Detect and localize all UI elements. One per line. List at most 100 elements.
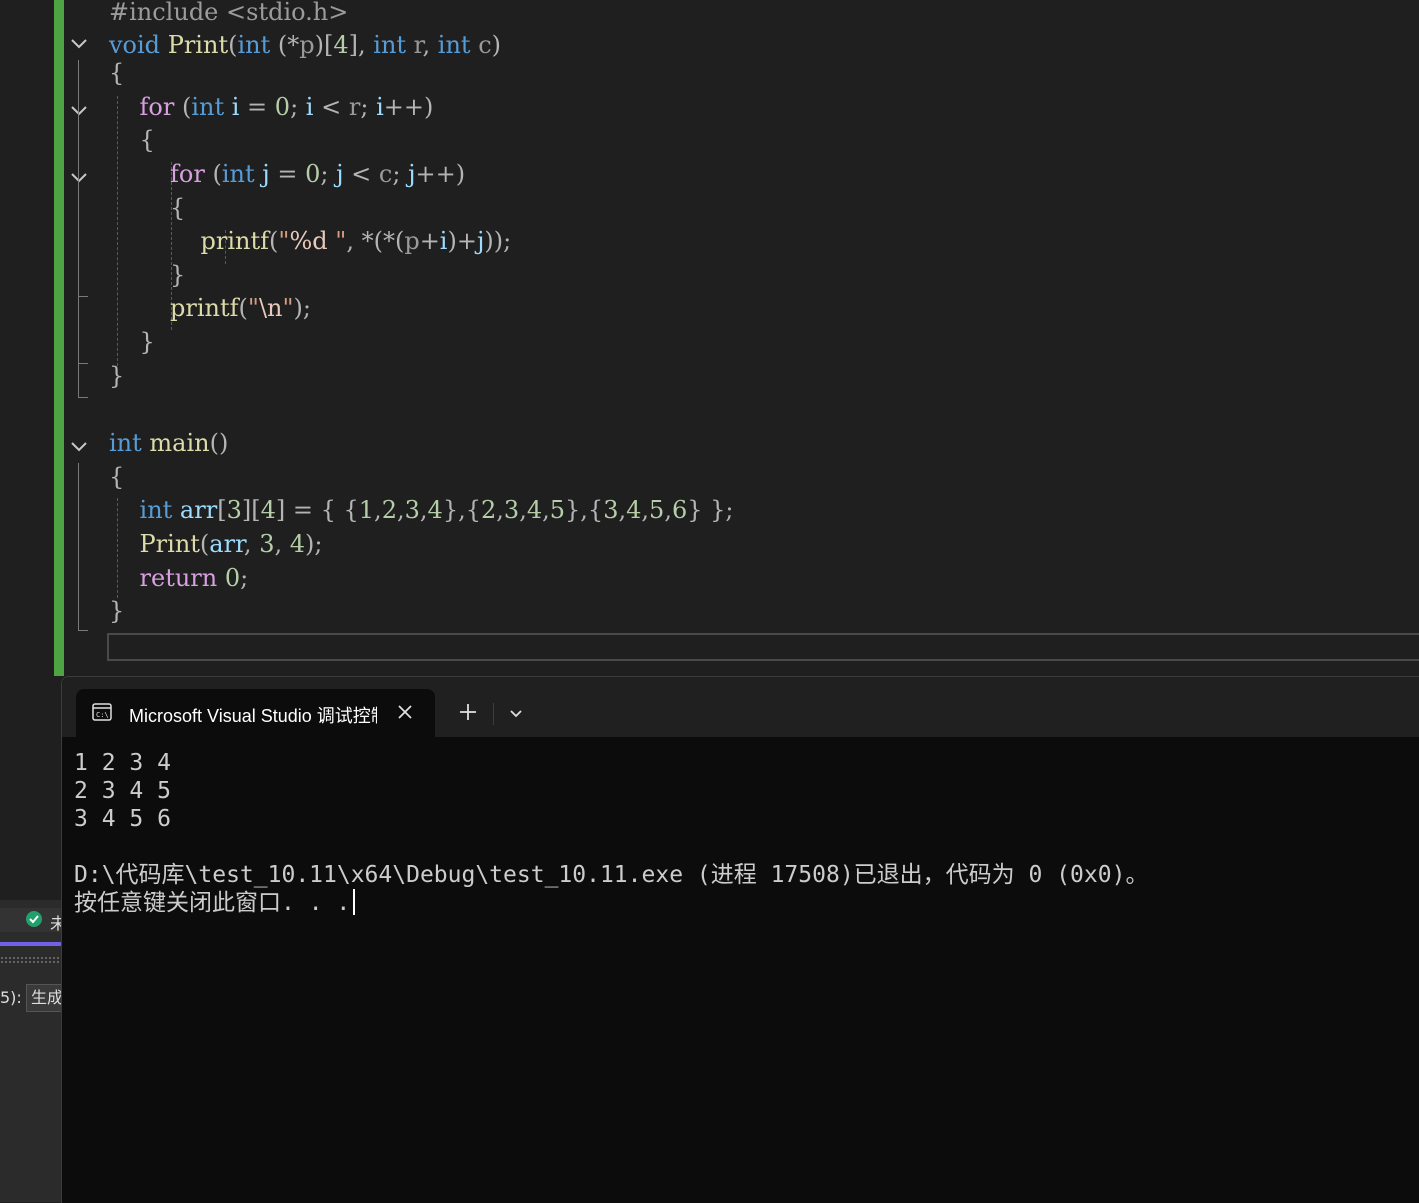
- code-token: void: [109, 31, 168, 59]
- change-tracking-bar: [54, 0, 64, 676]
- status-row: 未: [0, 908, 61, 933]
- svg-text:C:\: C:\: [96, 711, 109, 719]
- code-token: return: [139, 564, 225, 592]
- code-token: \n: [258, 294, 283, 322]
- code-line[interactable]: {: [109, 460, 124, 494]
- code-line[interactable]: return 0;: [109, 561, 249, 595]
- code-line[interactable]: Print(arr, 3, 4);: [109, 527, 323, 561]
- code-line[interactable]: {: [109, 123, 155, 157]
- code-editor[interactable]: #include <stdio.h> void Print(int (*p)[4]…: [0, 0, 1419, 676]
- terminal-output[interactable]: 1 2 3 42 3 4 53 4 5 6 D:\代码库\test_10.11\x…: [74, 749, 1148, 917]
- code-token: r: [348, 93, 361, 121]
- code-token: ,: [419, 496, 428, 524]
- code-token: }: [170, 261, 186, 289]
- code-token: arr: [179, 496, 218, 524]
- code-token: 2: [381, 496, 397, 524]
- code-token: int: [139, 496, 180, 524]
- code-token: printf: [200, 227, 270, 255]
- code-token: printf: [170, 294, 239, 322]
- fold-chevron-icon[interactable]: [70, 38, 88, 52]
- code-token: (: [199, 530, 210, 558]
- fold-region-line: [78, 463, 79, 631]
- output-source-select[interactable]: 生成: [26, 984, 61, 1012]
- code-token: =: [247, 93, 275, 121]
- plus-icon[interactable]: [456, 700, 480, 724]
- code-token: 4: [526, 496, 543, 524]
- code-token: ,: [641, 496, 650, 524]
- code-token: int: [237, 31, 278, 59]
- code-token: 5: [649, 496, 665, 524]
- code-token: j: [408, 160, 416, 188]
- code-token: );: [293, 294, 311, 322]
- code-line[interactable]: }: [109, 594, 124, 628]
- code-line[interactable]: {: [109, 191, 185, 225]
- code-line[interactable]: #include <stdio.h>: [109, 0, 348, 29]
- code-token: ][: [241, 496, 261, 524]
- code-token: ): [491, 31, 502, 59]
- code-token: ,: [519, 496, 527, 524]
- code-line[interactable]: int main(): [109, 426, 228, 460]
- code-line[interactable]: int arr[3][4] = { {1,2,3,4},{2,3,4,5},{3…: [109, 493, 734, 527]
- chevron-down-icon[interactable]: [505, 702, 527, 724]
- code-token: );: [305, 530, 323, 558]
- code-token: ;: [320, 160, 337, 188]
- code-line[interactable]: }: [109, 258, 185, 292]
- code-token: i: [305, 93, 322, 121]
- code-token: ,: [664, 496, 672, 524]
- code-token: ;: [392, 160, 409, 188]
- terminal-window[interactable]: C:\ Microsoft Visual Studio 调试控制台 1 2 3 …: [61, 676, 1419, 1203]
- code-line[interactable]: void Print(int (*p)[4], int r, int c): [109, 28, 501, 62]
- code-line[interactable]: printf("\n");: [109, 291, 311, 325]
- code-token: ,: [274, 530, 290, 558]
- code-token: Print: [167, 31, 229, 59]
- code-token: 3: [404, 496, 420, 524]
- code-token: (: [212, 160, 222, 188]
- code-line[interactable]: }: [109, 325, 155, 359]
- code-token: 2: [480, 496, 497, 524]
- fold-region-end: [78, 397, 88, 398]
- code-token: )[: [314, 31, 334, 59]
- fold-region-end: [78, 296, 88, 297]
- code-line[interactable]: for (int j = 0; j < c; j++): [109, 157, 465, 191]
- code-token: ],: [348, 31, 374, 59]
- console-icon: C:\: [92, 703, 112, 721]
- fold-chevron-icon[interactable]: [70, 172, 88, 186]
- code-token: 6: [671, 496, 688, 524]
- code-token: {: [170, 194, 186, 222]
- code-token: (*: [277, 31, 300, 59]
- code-token: <: [321, 93, 349, 121]
- fold-chevron-icon[interactable]: [70, 441, 88, 455]
- code-line[interactable]: {: [109, 56, 124, 90]
- terminal-output-line: D:\代码库\test_10.11\x64\Debug\test_10.11.e…: [74, 861, 1148, 889]
- tab-title: Microsoft Visual Studio 调试控制台: [129, 706, 377, 726]
- code-token: ": [282, 294, 294, 322]
- code-token: (: [181, 93, 192, 121]
- code-line[interactable]: for (int i = 0; i < r; i++): [109, 90, 434, 124]
- code-token: c: [478, 31, 492, 59]
- code-token: ,: [496, 496, 504, 524]
- output-source-label: 5):: [0, 988, 22, 1007]
- code-token: }: [109, 597, 125, 625]
- code-token: 4: [626, 496, 642, 524]
- fold-chevron-icon[interactable]: [70, 105, 88, 119]
- code-token: ;: [240, 564, 249, 592]
- splitter-grip[interactable]: [0, 956, 61, 964]
- code-token: 4: [333, 31, 349, 59]
- code-line[interactable]: }: [109, 359, 124, 393]
- code-token: ,: [618, 496, 627, 524]
- code-token: ,: [243, 530, 260, 558]
- tab-separator: [493, 703, 494, 725]
- code-line[interactable]: printf("%d ", *(*(p+i)+j));: [109, 224, 512, 258]
- terminal-tab[interactable]: C:\ Microsoft Visual Studio 调试控制台: [76, 689, 435, 737]
- close-icon[interactable]: [394, 701, 416, 723]
- code-token: <stdio.h>: [226, 0, 349, 26]
- code-token: int: [221, 160, 263, 188]
- code-token: 4: [427, 496, 443, 524]
- terminal-output-line: 按任意键关闭此窗口. . .: [74, 889, 1148, 917]
- code-token: #include: [109, 0, 227, 26]
